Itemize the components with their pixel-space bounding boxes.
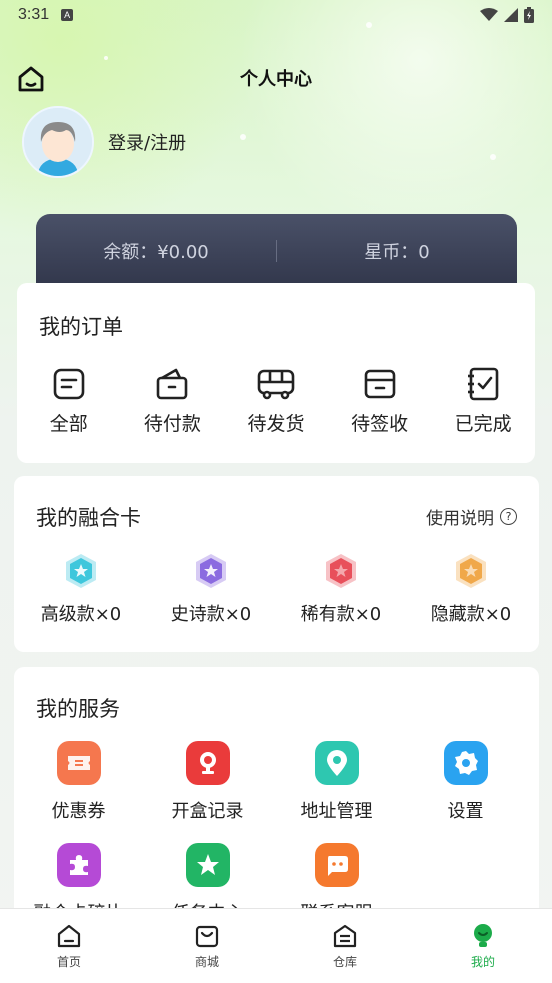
puzzle-icon bbox=[56, 843, 101, 887]
tab-home-label: 首页 bbox=[56, 955, 81, 969]
coupon-button[interactable]: 优惠券 bbox=[14, 741, 143, 843]
tier-epic-label: 史诗款×0 bbox=[170, 604, 252, 625]
coupon-label: 优惠券 bbox=[51, 801, 106, 822]
question-icon: ? bbox=[500, 508, 517, 525]
wifi-icon bbox=[480, 8, 498, 21]
tab-mall[interactable]: 商城 bbox=[138, 909, 276, 983]
box-opening-history-label: 开盒记录 bbox=[171, 801, 244, 822]
order-pending-receipt-label: 待签收 bbox=[351, 413, 409, 435]
order-all-button[interactable]: 全部 bbox=[17, 367, 121, 436]
tier-hidden[interactable]: 隐藏款×0 bbox=[406, 552, 536, 626]
location-pin-icon bbox=[314, 741, 359, 785]
address-management-label: 地址管理 bbox=[300, 801, 373, 822]
orders-title: 我的订单 bbox=[39, 315, 123, 339]
order-pending-payment-label: 待付款 bbox=[143, 413, 201, 435]
order-pending-receipt-button[interactable]: 待签收 bbox=[328, 367, 432, 436]
my-orders-card: 我的订单 全部 待付款 待发货 待签收 已完成 bbox=[17, 283, 535, 463]
profile-section: 登录/注册 bbox=[22, 106, 186, 178]
page-header: 个人中心 bbox=[0, 58, 552, 98]
gear-icon bbox=[443, 741, 488, 785]
checklist-icon bbox=[468, 367, 499, 401]
box-opening-history-button[interactable]: 开盒记录 bbox=[143, 741, 272, 843]
tier-advanced-label: 高级款×0 bbox=[40, 604, 122, 625]
chat-icon bbox=[314, 843, 359, 887]
advanced-badge-icon bbox=[66, 554, 96, 588]
page-title: 个人中心 bbox=[240, 69, 312, 90]
sparkle-dot bbox=[490, 154, 496, 160]
bottom-tab-bar: 首页 商城 仓库 我的 bbox=[0, 908, 552, 983]
hidden-badge-icon bbox=[456, 554, 486, 588]
order-pending-shipment-label: 待发货 bbox=[247, 413, 305, 435]
order-status-row: 全部 待付款 待发货 待签收 已完成 bbox=[17, 367, 535, 436]
star-icon bbox=[185, 843, 230, 887]
keyboard-badge-icon: A bbox=[61, 9, 74, 21]
wallet-icon bbox=[157, 368, 188, 400]
usage-instructions-label: 使用说明 bbox=[426, 509, 494, 529]
order-all-label: 全部 bbox=[49, 413, 88, 435]
usage-instructions-link[interactable]: 使用说明 ? bbox=[426, 504, 517, 529]
home-icon bbox=[57, 924, 81, 948]
epic-badge-icon bbox=[196, 554, 226, 588]
address-management-button[interactable]: 地址管理 bbox=[272, 741, 401, 843]
battery-icon bbox=[524, 7, 534, 23]
tab-warehouse[interactable]: 仓库 bbox=[276, 909, 414, 983]
trophy-icon bbox=[185, 741, 230, 785]
fusion-card-tiers: 高级款×0 史诗款×0 稀有款×0 隐藏款×0 bbox=[14, 552, 539, 626]
default-avatar-icon bbox=[24, 108, 92, 176]
cell-signal-icon bbox=[504, 8, 518, 22]
avatar[interactable] bbox=[22, 106, 94, 178]
home-button[interactable] bbox=[16, 64, 46, 94]
box-icon bbox=[364, 369, 395, 399]
coupon-icon bbox=[56, 741, 101, 785]
tab-home[interactable]: 首页 bbox=[0, 909, 138, 983]
tab-mall-label: 商城 bbox=[194, 955, 219, 969]
fusion-cards-title: 我的融合卡 bbox=[36, 506, 141, 530]
settings-label: 设置 bbox=[447, 801, 484, 822]
tier-rare[interactable]: 稀有款×0 bbox=[276, 552, 406, 626]
login-register-link[interactable]: 登录/注册 bbox=[108, 129, 186, 155]
sparkle-dot bbox=[240, 134, 246, 140]
fusion-cards-card: 我的融合卡 使用说明 ? 高级款×0 史诗款×0 稀有款×0 隐藏款×0 bbox=[14, 476, 539, 652]
tab-mine-label: 我的 bbox=[470, 955, 495, 969]
tier-hidden-label: 隐藏款×0 bbox=[430, 604, 512, 625]
tab-warehouse-label: 仓库 bbox=[332, 955, 357, 969]
tier-advanced[interactable]: 高级款×0 bbox=[16, 552, 146, 626]
tier-rare-label: 稀有款×0 bbox=[300, 604, 382, 625]
order-completed-button[interactable]: 已完成 bbox=[431, 367, 535, 436]
services-title: 我的服务 bbox=[36, 697, 120, 721]
settings-button[interactable]: 设置 bbox=[401, 741, 530, 843]
order-pending-shipment-button[interactable]: 待发货 bbox=[224, 367, 328, 436]
order-pending-payment-button[interactable]: 待付款 bbox=[121, 367, 225, 436]
bus-icon bbox=[257, 369, 295, 400]
order-list-icon bbox=[53, 368, 85, 400]
order-completed-label: 已完成 bbox=[454, 413, 512, 435]
tier-epic[interactable]: 史诗款×0 bbox=[146, 552, 276, 626]
tab-mine[interactable]: 我的 bbox=[414, 909, 552, 983]
status-bar: 3:31 A bbox=[0, 0, 552, 30]
home-icon bbox=[18, 66, 44, 92]
profile-icon bbox=[474, 924, 492, 947]
rare-badge-icon bbox=[326, 554, 356, 588]
warehouse-icon bbox=[333, 924, 357, 948]
shopping-bag-icon bbox=[195, 925, 219, 948]
status-time: 3:31 bbox=[18, 6, 50, 23]
